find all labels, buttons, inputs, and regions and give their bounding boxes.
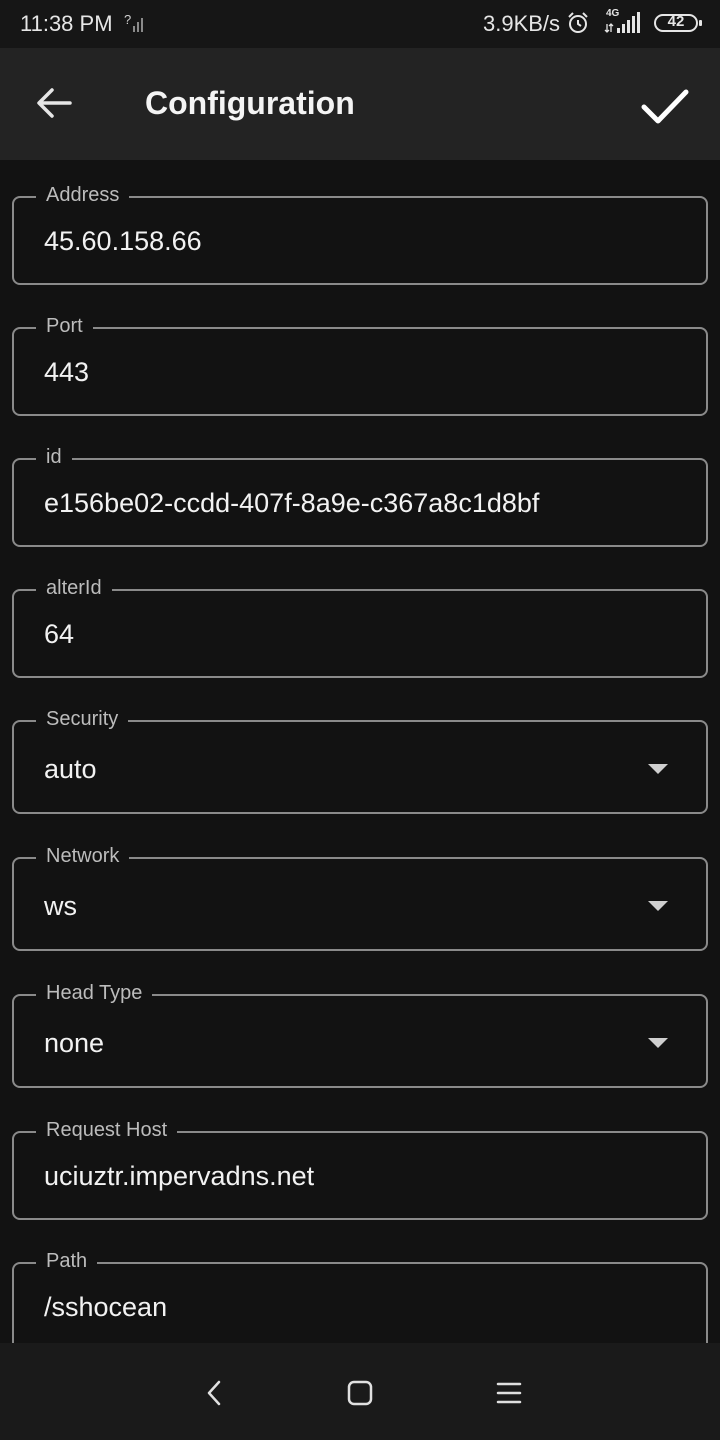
dropdown-arrow-icon[interactable]	[648, 1038, 668, 1048]
request-host-value[interactable]: uciuztr.impervadns.net	[44, 1161, 314, 1192]
svg-text:?: ?	[124, 12, 131, 27]
address-field[interactable]: Address 45.60.158.66	[12, 184, 708, 285]
id-field[interactable]: id e156be02-ccdd-407f-8a9e-c367a8c1d8bf	[12, 446, 708, 547]
address-value[interactable]: 45.60.158.66	[44, 226, 202, 257]
battery-level: 42	[667, 13, 685, 30]
request-host-label: Request Host	[36, 1119, 178, 1142]
security-value: auto	[44, 754, 97, 784]
request-host-field[interactable]: Request Host uciuztr.impervadns.net	[12, 1119, 708, 1220]
path-label: Path	[36, 1250, 98, 1273]
cellular-signal-icon: 4G	[604, 8, 646, 36]
alarm-icon	[568, 12, 588, 33]
alterid-value[interactable]: 64	[44, 619, 74, 650]
dropdown-arrow-icon[interactable]	[648, 764, 668, 774]
network-speed: 3.9KB/s	[483, 11, 561, 36]
port-label: Port	[36, 315, 93, 338]
app-bar: Configuration	[0, 48, 720, 160]
arrow-left-icon[interactable]	[30, 78, 80, 128]
check-icon[interactable]	[636, 78, 692, 134]
alterid-field[interactable]: alterId 64	[12, 577, 708, 678]
head-type-value: none	[44, 1028, 105, 1058]
address-label: Address	[36, 184, 130, 207]
nav-menu-icon[interactable]	[489, 1373, 529, 1413]
network-select[interactable]: Network ws	[12, 845, 708, 951]
nav-home-icon[interactable]	[340, 1373, 380, 1413]
network-value: ws	[44, 891, 77, 921]
nav-back-icon[interactable]	[194, 1373, 234, 1413]
configuration-form: Address 45.60.158.66 Port 443 id e156be0…	[0, 160, 720, 1343]
security-label: Security	[36, 708, 129, 731]
id-value[interactable]: e156be02-ccdd-407f-8a9e-c367a8c1d8bf	[44, 488, 539, 519]
network-label: Network	[36, 845, 130, 868]
battery-icon: 42	[654, 13, 702, 32]
status-bar: 11:38 PM ? 3.9KB/s 4G 42	[0, 0, 720, 48]
head-type-label: Head Type	[36, 982, 153, 1005]
dropdown-arrow-icon[interactable]	[648, 901, 668, 911]
system-nav-bar	[0, 1343, 720, 1440]
security-select[interactable]: Security auto	[12, 708, 708, 814]
port-field[interactable]: Port 443	[12, 315, 708, 416]
port-value[interactable]: 443	[44, 357, 89, 388]
id-label: id	[36, 446, 72, 469]
page-title: Configuration	[145, 85, 355, 121]
alterid-label: alterId	[36, 577, 112, 600]
head-type-select[interactable]: Head Type none	[12, 982, 708, 1088]
status-time: 11:38 PM	[20, 11, 113, 36]
path-field[interactable]: Path /sshocean	[12, 1250, 708, 1343]
path-value[interactable]: /sshocean	[44, 1292, 167, 1323]
signal-no-sim-icon: ?	[124, 12, 143, 32]
